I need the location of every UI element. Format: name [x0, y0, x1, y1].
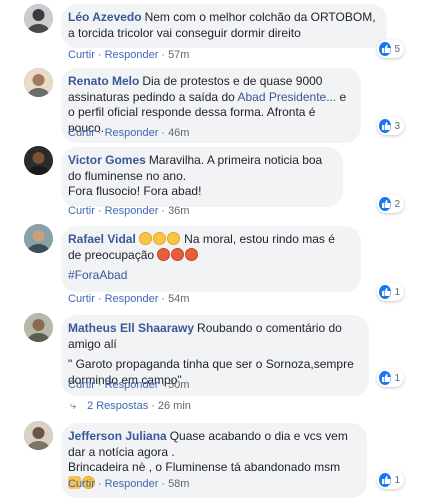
like-icon	[379, 473, 392, 487]
comment-author[interactable]: Rafael Vidal	[68, 232, 136, 246]
like-icon	[379, 197, 392, 211]
comment-time[interactable]: 54m	[168, 293, 189, 305]
comment-actions: Curtir · Responder · 46m	[68, 127, 190, 139]
avatar[interactable]	[24, 313, 53, 342]
reaction-count: 2	[394, 198, 400, 210]
reaction-summary[interactable]: 1	[377, 471, 404, 489]
comment-text: Brincadeira nè , o Fluminense tá abandon…	[68, 460, 341, 474]
comment-author[interactable]: Renato Melo	[68, 74, 139, 88]
reaction-count: 1	[394, 286, 400, 298]
avatar[interactable]	[24, 68, 53, 97]
avatar[interactable]	[24, 224, 53, 253]
replies-count[interactable]: 2 Respostas	[87, 400, 148, 412]
like-button[interactable]: Curtir	[68, 127, 95, 139]
avatar[interactable]	[24, 4, 53, 33]
comment-time[interactable]: 57m	[168, 49, 189, 61]
like-button[interactable]: Curtir	[68, 379, 95, 391]
laughing-emoji	[166, 232, 180, 245]
comment-actions: Curtir · Responder · 57m	[68, 49, 190, 61]
like-icon	[379, 42, 392, 56]
hashtag-link[interactable]: #ForaAbad	[68, 268, 127, 282]
reply-button[interactable]: Responder	[105, 49, 159, 61]
avatar[interactable]	[24, 146, 53, 175]
reaction-count: 1	[394, 474, 400, 486]
view-replies-link[interactable]: ⤷ 2 Respostas · 26 min	[70, 400, 191, 413]
like-button[interactable]: Curtir	[68, 205, 95, 217]
reaction-count: 1	[394, 372, 400, 384]
angry-emoji	[157, 247, 171, 261]
reply-arrow-icon: ⤷	[70, 400, 77, 412]
angry-emoji	[185, 247, 199, 261]
reply-button[interactable]: Responder	[105, 379, 159, 391]
reaction-summary[interactable]: 2	[377, 195, 404, 213]
reply-button[interactable]: Responder	[105, 127, 159, 139]
comment-bubble: Rafael Vidal Na moral, estou rindo mas é…	[61, 226, 361, 292]
reply-button[interactable]: Responder	[105, 478, 159, 490]
angry-emoji	[171, 247, 185, 261]
like-button[interactable]: Curtir	[68, 293, 95, 305]
reaction-summary[interactable]: 5	[377, 40, 404, 58]
like-icon	[379, 285, 392, 299]
comment-bubble: Léo Azevedo Nem com o melhor colchão da O…	[61, 4, 387, 48]
mention-link[interactable]: Abad Presidente...	[237, 90, 336, 104]
replies-time: 26 min	[157, 400, 191, 412]
like-icon	[379, 371, 392, 385]
reply-button[interactable]: Responder	[105, 293, 159, 305]
comment-author[interactable]: Matheus Ell Shaarawy	[68, 321, 194, 335]
comment-author[interactable]: Jefferson Juliana	[68, 429, 167, 443]
comment-actions: Curtir · Responder · 50m	[68, 379, 190, 391]
reaction-summary[interactable]: 1	[377, 369, 404, 387]
reaction-summary[interactable]: 3	[377, 117, 404, 135]
like-button[interactable]: Curtir	[68, 478, 95, 490]
comment-time[interactable]: 36m	[168, 205, 189, 217]
comment-actions: Curtir · Responder · 54m	[68, 293, 190, 305]
comment-time[interactable]: 46m	[168, 127, 189, 139]
comment-author[interactable]: Victor Gomes	[68, 153, 146, 167]
comment-author[interactable]: Léo Azevedo	[68, 10, 142, 24]
comment-actions: Curtir · Responder · 58m	[68, 478, 190, 490]
comment-time[interactable]: 50m	[168, 379, 189, 391]
comment-text: Fora flusocio! Fora abad!	[68, 184, 202, 198]
reaction-summary[interactable]: 1	[377, 283, 404, 301]
comment-bubble: Victor Gomes Maravilha. A primeira notici…	[61, 147, 343, 207]
like-icon	[379, 119, 392, 133]
reply-button[interactable]: Responder	[105, 205, 159, 217]
like-button[interactable]: Curtir	[68, 49, 95, 61]
reaction-count: 5	[394, 43, 400, 55]
reaction-count: 3	[394, 120, 400, 132]
laughing-emoji	[138, 232, 152, 245]
comment-actions: Curtir · Responder · 36m	[68, 205, 190, 217]
comment-time[interactable]: 58m	[168, 478, 189, 490]
laughing-emoji	[152, 232, 166, 245]
avatar[interactable]	[24, 421, 53, 450]
